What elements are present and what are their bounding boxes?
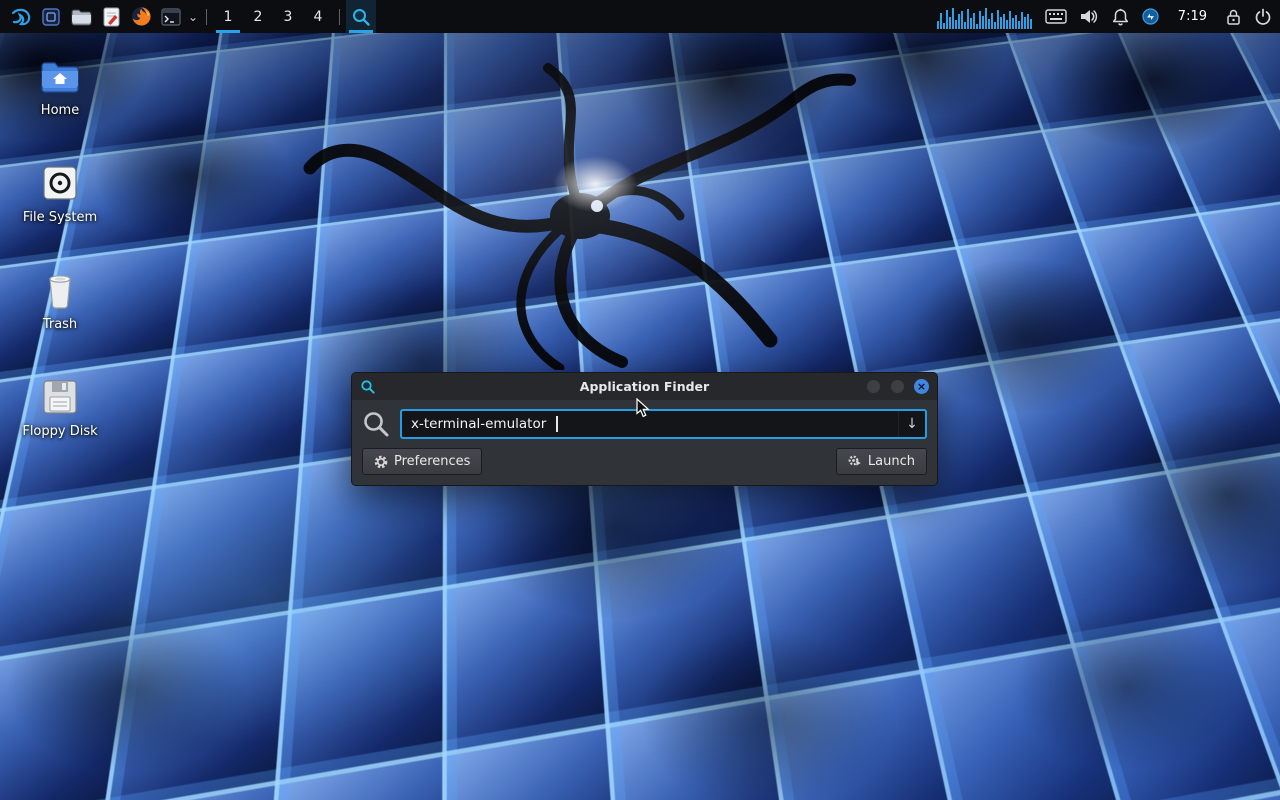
desktop-root: ⌄ 1 2 3 4: [0, 0, 1280, 800]
close-icon: ×: [917, 381, 926, 392]
desktop-icon-file-system[interactable]: File System: [12, 163, 108, 225]
search-input-text: x-terminal-emulator: [411, 416, 546, 432]
desktop-icon-label: File System: [23, 210, 97, 225]
desktop-icon-label: Floppy Disk: [22, 424, 97, 439]
text-caret: [556, 416, 558, 432]
launch-label: Launch: [868, 454, 915, 469]
text-editor-launcher[interactable]: [96, 0, 126, 33]
search-icon: [362, 410, 390, 438]
kali-menu-icon: [10, 6, 32, 28]
dialog-buttons: Preferences Launch: [362, 448, 927, 475]
firefox-launcher[interactable]: [126, 0, 156, 33]
file-system-drive-icon: [42, 163, 78, 203]
desktop-icon-floppy-disk[interactable]: Floppy Disk: [12, 377, 108, 439]
trash-can-icon: [44, 270, 76, 310]
launch-button[interactable]: Launch: [836, 448, 927, 475]
floppy-disk-icon: [42, 377, 78, 417]
app-finder-icon: [351, 7, 371, 27]
panel-separator: [206, 9, 207, 25]
applications-menu-button[interactable]: [6, 0, 36, 33]
window-controls: ×: [866, 379, 929, 394]
search-input[interactable]: x-terminal-emulator ↓: [400, 409, 927, 439]
terminal-icon: [161, 8, 181, 26]
close-button[interactable]: ×: [914, 379, 929, 394]
terminal-launcher[interactable]: [156, 0, 186, 33]
launch-run-icon: [848, 455, 862, 469]
maximize-button[interactable]: [890, 379, 905, 394]
terminal-dropdown-chevron-icon[interactable]: ⌄: [186, 0, 200, 33]
panel-clock[interactable]: 7:19: [1172, 9, 1213, 24]
file-manager-icon: [71, 8, 92, 26]
panel-separator: [339, 9, 340, 25]
updates-status-icon[interactable]: [1142, 8, 1159, 25]
desktop-icon-label: Home: [41, 103, 79, 118]
workspace-button-4[interactable]: 4: [303, 0, 333, 33]
keyboard-icon[interactable]: [1045, 9, 1067, 24]
audio-visualizer[interactable]: [937, 5, 1032, 29]
system-tray: 7:19: [937, 5, 1272, 29]
volume-icon[interactable]: [1080, 8, 1099, 25]
window-titlebar[interactable]: Application Finder ×: [352, 373, 937, 400]
workspace-button-2[interactable]: 2: [243, 0, 273, 33]
workspace-button-1[interactable]: 1: [213, 0, 243, 33]
window-title: Application Finder: [352, 379, 937, 394]
mouse-cursor: [636, 398, 654, 418]
minimize-button[interactable]: [866, 379, 881, 394]
gear-icon: [374, 455, 388, 469]
app-finder-launcher[interactable]: [346, 0, 376, 33]
preferences-label: Preferences: [394, 454, 470, 469]
desktop-icon-home[interactable]: Home: [12, 56, 108, 118]
notifications-bell-icon[interactable]: [1112, 8, 1129, 26]
show-desktop-icon: [41, 7, 61, 27]
desktop-icon-label: Trash: [43, 317, 77, 332]
file-manager-launcher[interactable]: [66, 0, 96, 33]
desktop-icon-trash[interactable]: Trash: [12, 270, 108, 332]
workspace-button-3[interactable]: 3: [273, 0, 303, 33]
window-app-icon: [360, 379, 376, 395]
text-editor-icon: [103, 7, 120, 27]
application-finder-window: Application Finder × x-terminal-emulator…: [351, 372, 938, 486]
show-desktop-button[interactable]: [36, 0, 66, 33]
firefox-icon: [131, 6, 152, 27]
preferences-button[interactable]: Preferences: [362, 448, 482, 475]
power-icon[interactable]: [1254, 8, 1272, 26]
top-panel: ⌄ 1 2 3 4: [0, 0, 1280, 33]
dropdown-arrow-icon[interactable]: ↓: [898, 411, 925, 437]
home-folder-icon: [40, 56, 80, 96]
lock-screen-icon[interactable]: [1226, 8, 1241, 26]
